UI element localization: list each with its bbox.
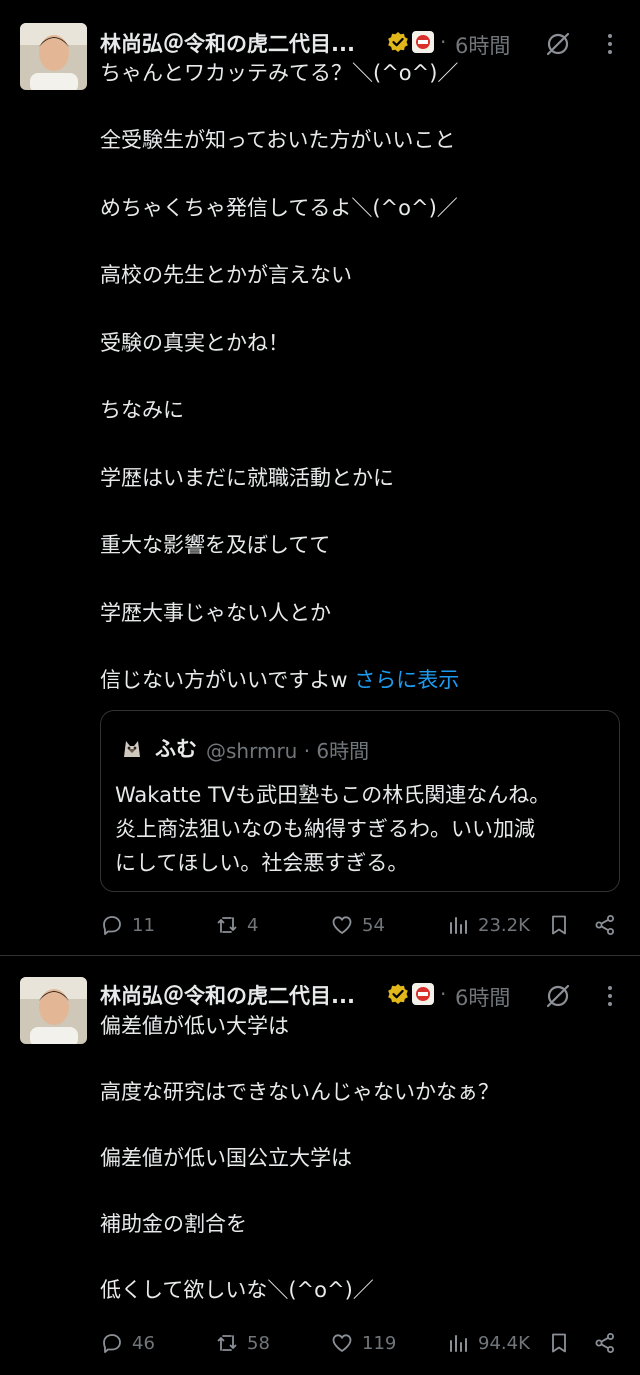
like-count: 119 <box>362 1332 397 1354</box>
bookmark-button[interactable] <box>547 1326 571 1360</box>
share-button[interactable] <box>593 908 617 942</box>
repost-button[interactable]: 58 <box>215 1326 270 1360</box>
tweet[interactable]: 林尚弘＠令和の虎二代目... · 6時間 偏差値が低い大学は 高度な研究はできな… <box>0 956 640 1375</box>
like-icon <box>332 1334 352 1352</box>
views-button[interactable]: 23.2K <box>446 908 530 942</box>
share-icon <box>595 915 614 935</box>
tweet-line: 受験の真実とかね！ <box>100 331 289 355</box>
show-more-link[interactable]: さらに表示 <box>354 668 459 692</box>
quote-line: 炎上商法狙いなのも納得すぎるわ。いい加減 <box>115 817 535 841</box>
tweet-line: 全受験生が知っておいた方がいいこと <box>100 128 456 152</box>
repost-icon <box>217 917 237 933</box>
grok-icon[interactable] <box>544 30 572 58</box>
tweet-line: 信じない方がいいですよw さらに表示 <box>100 666 459 694</box>
views-icon <box>450 917 467 934</box>
tweet[interactable]: 林尚弘＠令和の虎二代目... · 6時間 ちゃんとワカッテみてる？＼(^o^)／… <box>0 0 640 956</box>
tweet-line: めちゃくちゃ発信してるよ＼(^o^)／ <box>100 196 458 220</box>
tweet-header: 林尚弘＠令和の虎二代目... · 6時間 <box>100 978 620 1012</box>
views-count: 94.4K <box>478 1332 530 1354</box>
more-icon[interactable] <box>598 982 622 1010</box>
reply-icon <box>103 916 121 935</box>
author-name[interactable]: 林尚弘＠令和の虎二代目... <box>100 980 355 1010</box>
avatar[interactable] <box>20 977 87 1044</box>
views-button[interactable]: 94.4K <box>446 1326 530 1360</box>
tweet-line: ちなみに <box>100 398 184 422</box>
verified-icon <box>388 32 408 52</box>
bookmark-icon <box>552 915 566 935</box>
share-button[interactable] <box>593 1326 617 1360</box>
tweet-line: 偏差値が低い国公立大学は <box>100 1146 352 1170</box>
quote-author-name: ふむ <box>155 737 197 761</box>
quoted-tweet[interactable]: ふむ @shrmru · 6時間 Wakatte TVも武田塾もこの林氏関連なん… <box>100 710 620 892</box>
verified-icon <box>388 984 408 1004</box>
separator-dot: · <box>440 982 447 1006</box>
tweet-line: 補助金の割合を <box>100 1212 247 1236</box>
quote-line: Wakatte TVも武田塾もこの林氏関連なんね。 <box>115 783 551 807</box>
like-button[interactable]: 119 <box>330 1326 396 1360</box>
like-button[interactable]: 54 <box>330 908 385 942</box>
bookmark-icon <box>552 1333 566 1353</box>
separator-dot: · <box>440 30 447 54</box>
quote-handle-time: @shrmru · 6時間 <box>206 739 370 763</box>
like-icon <box>332 916 352 934</box>
action-bar: 46 58 119 94.4K <box>100 1326 620 1360</box>
affiliate-badge-icon <box>412 983 434 1005</box>
reply-button[interactable]: 11 <box>100 908 155 942</box>
reply-icon <box>103 1334 121 1353</box>
affiliate-badge-icon <box>412 31 434 53</box>
action-bar: 11 4 54 23.2K <box>100 908 620 942</box>
tweet-line: 重大な影響を及ぼしてて <box>100 533 331 557</box>
bookmark-button[interactable] <box>547 908 571 942</box>
views-count: 23.2K <box>478 914 530 936</box>
tweet-line: 偏差値が低い大学は <box>100 1014 289 1038</box>
reply-count: 46 <box>132 1332 155 1354</box>
tweet-header: 林尚弘＠令和の虎二代目... · 6時間 <box>100 26 620 60</box>
tweet-line-text: 信じない方がいいですよw <box>100 668 348 692</box>
grok-icon[interactable] <box>544 982 572 1010</box>
repost-icon <box>217 1335 237 1351</box>
timestamp[interactable]: 6時間 <box>455 982 510 1012</box>
tweet-line: 学歴はいまだに就職活動とかに <box>100 466 394 490</box>
reply-button[interactable]: 46 <box>100 1326 155 1360</box>
repost-count: 4 <box>247 914 259 936</box>
quote-line: にしてほしい。社会悪すぎる。 <box>115 851 409 875</box>
repost-count: 58 <box>247 1332 270 1354</box>
views-icon <box>450 1335 467 1352</box>
like-count: 54 <box>362 914 385 936</box>
tweet-line: 低くして欲しいな＼(^o^)／ <box>100 1278 374 1302</box>
tweet-line: 高校の先生とかが言えない <box>100 263 352 287</box>
author-name[interactable]: 林尚弘＠令和の虎二代目... <box>100 28 355 58</box>
timestamp[interactable]: 6時間 <box>455 30 510 60</box>
reply-count: 11 <box>132 914 155 936</box>
share-icon <box>595 1333 614 1353</box>
repost-button[interactable]: 4 <box>215 908 258 942</box>
tweet-line: 学歴大事じゃない人とか <box>100 601 331 625</box>
avatar[interactable] <box>20 23 87 90</box>
tweet-line: ちゃんとワカッテみてる？＼(^o^)／ <box>100 61 459 85</box>
more-icon[interactable] <box>598 30 622 58</box>
quote-avatar <box>119 735 145 761</box>
tweet-line: 高度な研究はできないんじゃないかなぁ？ <box>100 1080 499 1104</box>
